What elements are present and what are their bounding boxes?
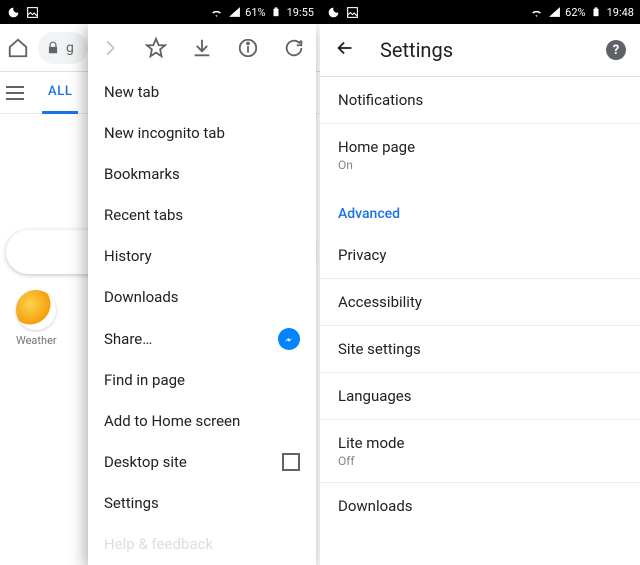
image-icon bbox=[345, 5, 360, 20]
home-icon[interactable] bbox=[6, 36, 30, 60]
menu-item-history[interactable]: History bbox=[88, 236, 316, 277]
image-icon bbox=[25, 5, 40, 20]
phone-left: 61% 19:55 g ALL Weather bbox=[0, 0, 320, 565]
wifi-icon bbox=[529, 5, 544, 20]
menu-item-settings[interactable]: Settings bbox=[88, 483, 316, 524]
setting-notifications[interactable]: Notifications bbox=[320, 77, 640, 123]
menu-item-new-incognito[interactable]: New incognito tab bbox=[88, 112, 316, 153]
lock-icon bbox=[46, 41, 60, 55]
menu-item-downloads[interactable]: Downloads bbox=[88, 277, 316, 318]
settings-appbar: Settings ? bbox=[320, 24, 640, 76]
weather-tile[interactable]: Weather bbox=[16, 290, 57, 347]
messenger-icon bbox=[278, 328, 300, 350]
phone-right: 62% 19:48 Settings ? Notifications Home … bbox=[320, 0, 640, 565]
setting-homepage[interactable]: Home page On bbox=[320, 123, 640, 186]
battery-pct: 61% bbox=[245, 6, 265, 19]
url-hint: g bbox=[66, 40, 74, 56]
signal-icon bbox=[227, 5, 242, 20]
page-title: Settings bbox=[380, 38, 582, 62]
tab-all[interactable]: ALL bbox=[42, 72, 78, 114]
status-bar: 62% 19:48 bbox=[320, 0, 640, 24]
clock-time: 19:48 bbox=[607, 6, 634, 19]
status-bar: 61% 19:55 bbox=[0, 0, 320, 24]
menu-item-share[interactable]: Share… bbox=[88, 318, 316, 359]
menu-item-bookmarks[interactable]: Bookmarks bbox=[88, 153, 316, 194]
menu-item-add-home[interactable]: Add to Home screen bbox=[88, 400, 316, 441]
info-icon[interactable] bbox=[236, 36, 260, 60]
moon-icon bbox=[6, 5, 21, 20]
forward-icon[interactable] bbox=[98, 36, 122, 60]
hamburger-icon[interactable] bbox=[6, 86, 24, 100]
weather-icon bbox=[16, 290, 56, 330]
setting-downloads[interactable]: Downloads bbox=[320, 482, 640, 529]
menu-item-find[interactable]: Find in page bbox=[88, 359, 316, 400]
reload-icon[interactable] bbox=[282, 36, 306, 60]
menu-item-help[interactable]: Help & feedback bbox=[88, 524, 316, 565]
setting-accessibility[interactable]: Accessibility bbox=[320, 278, 640, 325]
url-bar[interactable]: g bbox=[38, 32, 88, 64]
battery-icon bbox=[269, 5, 284, 20]
moon-icon bbox=[326, 5, 341, 20]
signal-icon bbox=[547, 5, 562, 20]
back-icon[interactable] bbox=[334, 37, 356, 63]
setting-lite-mode[interactable]: Lite mode Off bbox=[320, 419, 640, 482]
download-icon[interactable] bbox=[190, 36, 214, 60]
clock-time: 19:55 bbox=[287, 6, 314, 19]
setting-site-settings[interactable]: Site settings bbox=[320, 325, 640, 372]
menu-item-new-tab[interactable]: New tab bbox=[88, 71, 316, 112]
weather-label: Weather bbox=[16, 334, 57, 347]
menu-item-recent-tabs[interactable]: Recent tabs bbox=[88, 195, 316, 236]
setting-privacy[interactable]: Privacy bbox=[320, 232, 640, 278]
battery-icon bbox=[589, 5, 604, 20]
wifi-icon bbox=[209, 5, 224, 20]
overflow-menu: New tab New incognito tab Bookmarks Rece… bbox=[88, 24, 316, 565]
setting-languages[interactable]: Languages bbox=[320, 372, 640, 419]
help-icon[interactable]: ? bbox=[606, 40, 626, 60]
star-icon[interactable] bbox=[144, 36, 168, 60]
menu-item-desktop-site[interactable]: Desktop site bbox=[88, 441, 316, 482]
menu-toolbar bbox=[88, 24, 316, 71]
battery-pct: 62% bbox=[565, 6, 585, 19]
section-advanced: Advanced bbox=[320, 186, 640, 232]
checkbox-icon[interactable] bbox=[282, 453, 300, 471]
